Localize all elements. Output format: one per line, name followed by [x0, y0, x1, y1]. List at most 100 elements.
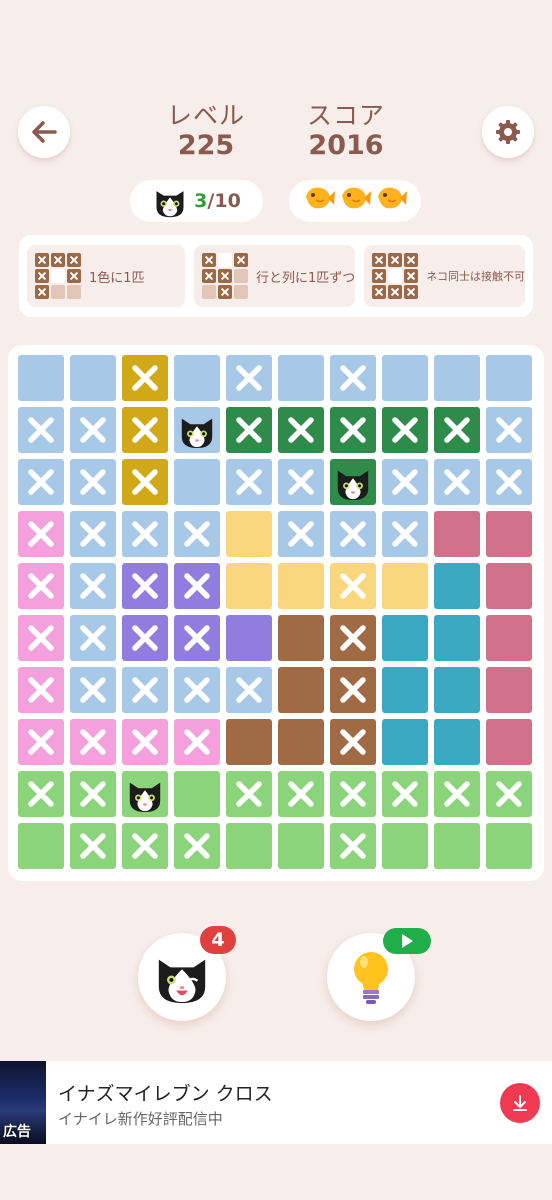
cell-marked[interactable] — [122, 823, 168, 869]
cell-marked[interactable] — [226, 355, 272, 401]
cell-marked[interactable] — [18, 615, 64, 661]
cell-marked[interactable] — [18, 459, 64, 505]
cell-marked[interactable] — [18, 667, 64, 713]
cell-empty[interactable] — [434, 355, 480, 401]
cell-empty[interactable] — [382, 719, 428, 765]
cell-empty[interactable] — [486, 667, 532, 713]
cell-empty[interactable] — [486, 719, 532, 765]
cell-marked[interactable] — [434, 407, 480, 453]
cell-marked[interactable] — [122, 563, 168, 609]
ad-title[interactable]: イナズマイレブン クロス — [58, 1079, 273, 1106]
cell-marked[interactable] — [486, 407, 532, 453]
cell-marked[interactable] — [70, 667, 116, 713]
cell-cat[interactable] — [174, 407, 220, 453]
cell-empty[interactable] — [174, 459, 220, 505]
cell-marked[interactable] — [18, 511, 64, 557]
cell-empty[interactable] — [434, 823, 480, 869]
cell-cat[interactable] — [330, 459, 376, 505]
cell-empty[interactable] — [18, 355, 64, 401]
cell-marked[interactable] — [486, 459, 532, 505]
cell-marked[interactable] — [70, 563, 116, 609]
cell-empty[interactable] — [486, 563, 532, 609]
cell-marked[interactable] — [122, 407, 168, 453]
cell-empty[interactable] — [278, 355, 324, 401]
cell-marked[interactable] — [70, 719, 116, 765]
cell-marked[interactable] — [330, 771, 376, 817]
cell-marked[interactable] — [330, 615, 376, 661]
cell-empty[interactable] — [174, 355, 220, 401]
cell-empty[interactable] — [278, 823, 324, 869]
cell-marked[interactable] — [382, 459, 428, 505]
cell-empty[interactable] — [434, 511, 480, 557]
cell-marked[interactable] — [226, 407, 272, 453]
cell-empty[interactable] — [486, 355, 532, 401]
cell-marked[interactable] — [18, 407, 64, 453]
cell-marked[interactable] — [174, 511, 220, 557]
ad-thumbnail[interactable]: 広告 — [0, 1061, 46, 1144]
cell-marked[interactable] — [382, 771, 428, 817]
settings-button[interactable] — [482, 106, 534, 158]
cell-marked[interactable] — [122, 667, 168, 713]
cell-marked[interactable] — [18, 563, 64, 609]
back-button[interactable] — [18, 106, 70, 158]
cell-empty[interactable] — [278, 719, 324, 765]
cell-empty[interactable] — [434, 667, 480, 713]
cell-empty[interactable] — [382, 563, 428, 609]
cell-empty[interactable] — [278, 563, 324, 609]
cell-empty[interactable] — [226, 615, 272, 661]
cell-marked[interactable] — [330, 667, 376, 713]
cell-empty[interactable] — [226, 563, 272, 609]
cell-marked[interactable] — [434, 459, 480, 505]
cell-empty[interactable] — [174, 771, 220, 817]
cell-marked[interactable] — [278, 459, 324, 505]
cell-empty[interactable] — [434, 719, 480, 765]
cell-marked[interactable] — [18, 719, 64, 765]
cell-cat[interactable] — [122, 771, 168, 817]
cell-empty[interactable] — [486, 615, 532, 661]
cell-marked[interactable] — [122, 355, 168, 401]
cell-marked[interactable] — [434, 771, 480, 817]
cell-empty[interactable] — [434, 563, 480, 609]
cell-marked[interactable] — [174, 563, 220, 609]
cell-marked[interactable] — [70, 407, 116, 453]
cell-empty[interactable] — [434, 615, 480, 661]
cell-empty[interactable] — [278, 667, 324, 713]
cell-marked[interactable] — [382, 407, 428, 453]
cell-marked[interactable] — [174, 615, 220, 661]
cell-marked[interactable] — [330, 823, 376, 869]
cell-marked[interactable] — [18, 771, 64, 817]
cell-marked[interactable] — [330, 563, 376, 609]
cell-empty[interactable] — [382, 355, 428, 401]
cell-empty[interactable] — [382, 823, 428, 869]
cell-marked[interactable] — [226, 459, 272, 505]
ad-download-button[interactable] — [500, 1083, 540, 1123]
cell-marked[interactable] — [174, 823, 220, 869]
cell-marked[interactable] — [70, 771, 116, 817]
cell-marked[interactable] — [226, 771, 272, 817]
cell-marked[interactable] — [70, 459, 116, 505]
cell-empty[interactable] — [18, 823, 64, 869]
cell-marked[interactable] — [330, 355, 376, 401]
cell-marked[interactable] — [226, 667, 272, 713]
cell-empty[interactable] — [70, 355, 116, 401]
cell-empty[interactable] — [486, 823, 532, 869]
cell-marked[interactable] — [122, 615, 168, 661]
cell-marked[interactable] — [330, 719, 376, 765]
cell-marked[interactable] — [122, 511, 168, 557]
cell-marked[interactable] — [486, 771, 532, 817]
cell-empty[interactable] — [278, 615, 324, 661]
cell-empty[interactable] — [226, 511, 272, 557]
cell-empty[interactable] — [486, 511, 532, 557]
cell-empty[interactable] — [382, 667, 428, 713]
watch-video-badge[interactable] — [383, 928, 431, 954]
cell-marked[interactable] — [330, 511, 376, 557]
cell-marked[interactable] — [382, 511, 428, 557]
cell-marked[interactable] — [70, 511, 116, 557]
cell-marked[interactable] — [70, 615, 116, 661]
cell-marked[interactable] — [278, 407, 324, 453]
cell-marked[interactable] — [70, 823, 116, 869]
cell-marked[interactable] — [122, 459, 168, 505]
cell-empty[interactable] — [382, 615, 428, 661]
cell-empty[interactable] — [226, 719, 272, 765]
cell-marked[interactable] — [174, 719, 220, 765]
